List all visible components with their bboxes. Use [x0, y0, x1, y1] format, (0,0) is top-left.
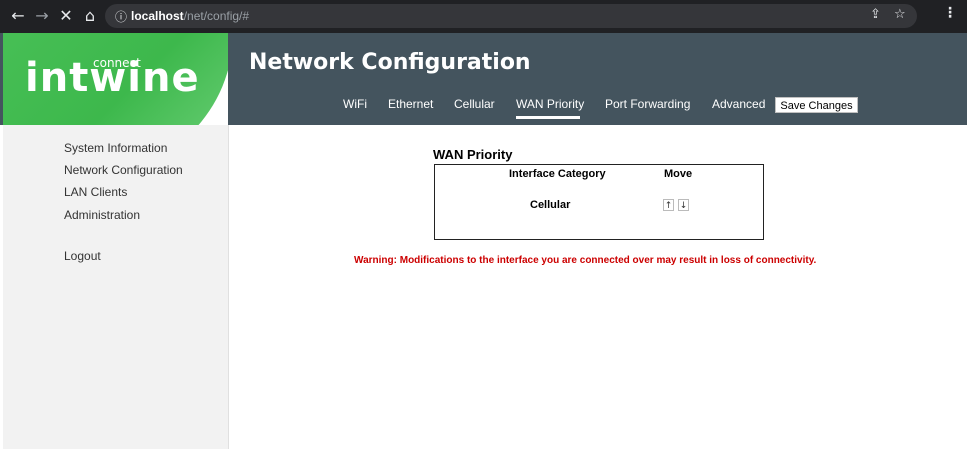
sidebar-item-network-configuration[interactable]: Network Configuration [64, 163, 183, 177]
url-host: localhost [131, 9, 184, 23]
tab-port-forwarding[interactable]: Port Forwarding [605, 97, 690, 111]
connectivity-warning: Warning: Modifications to the interface … [354, 255, 817, 266]
sidebar-item-logout[interactable]: Logout [64, 249, 101, 263]
tab-wan-priority[interactable]: WAN Priority [516, 97, 584, 111]
tab-ethernet[interactable]: Ethernet [388, 97, 433, 111]
logo-main-text: intwine [25, 55, 200, 101]
column-header-interface: Interface Category [509, 168, 606, 180]
sidebar: System Information Network Configuration… [3, 125, 229, 449]
back-icon[interactable]: ← [8, 5, 28, 27]
wan-priority-table: Interface Category Move Cellular ↑ ↓ [434, 164, 764, 240]
share-icon[interactable]: ⇪ [870, 7, 881, 22]
tab-cellular[interactable]: Cellular [454, 97, 495, 111]
browser-menu-icon[interactable]: ⋮ [943, 5, 957, 21]
home-icon[interactable]: ⌂ [80, 5, 100, 27]
interface-name: Cellular [530, 199, 571, 211]
move-down-button[interactable]: ↓ [678, 199, 689, 211]
page-title: Network Configuration [249, 50, 531, 75]
active-tab-indicator [516, 116, 580, 119]
column-header-move: Move [664, 168, 693, 180]
url-text[interactable]: localhost/net/config/# [131, 9, 249, 23]
section-title: WAN Priority [433, 147, 513, 162]
stop-icon[interactable]: ✕ [56, 5, 76, 27]
tab-advanced[interactable]: Advanced [712, 97, 765, 111]
site-info-icon[interactable]: ⓘ [115, 8, 127, 25]
sidebar-item-lan-clients[interactable]: LAN Clients [64, 185, 127, 199]
move-up-button[interactable]: ↑ [663, 199, 674, 211]
sidebar-item-administration[interactable]: Administration [64, 208, 140, 222]
logo[interactable]: connect intwine [3, 33, 228, 125]
sidebar-item-system-information[interactable]: System Information [64, 141, 167, 155]
save-changes-button[interactable]: Save Changes [775, 97, 858, 113]
address-bar[interactable]: ⓘ localhost/net/config/# ⇪ ☆ [105, 4, 917, 28]
bookmark-star-icon[interactable]: ☆ [894, 7, 906, 22]
browser-toolbar: ← → ✕ ⌂ ⓘ localhost/net/config/# ⇪ ☆ ⋮ [0, 0, 967, 33]
tab-wifi[interactable]: WiFi [343, 97, 367, 111]
forward-icon[interactable]: → [32, 5, 52, 27]
url-path: /net/config/# [183, 9, 250, 23]
